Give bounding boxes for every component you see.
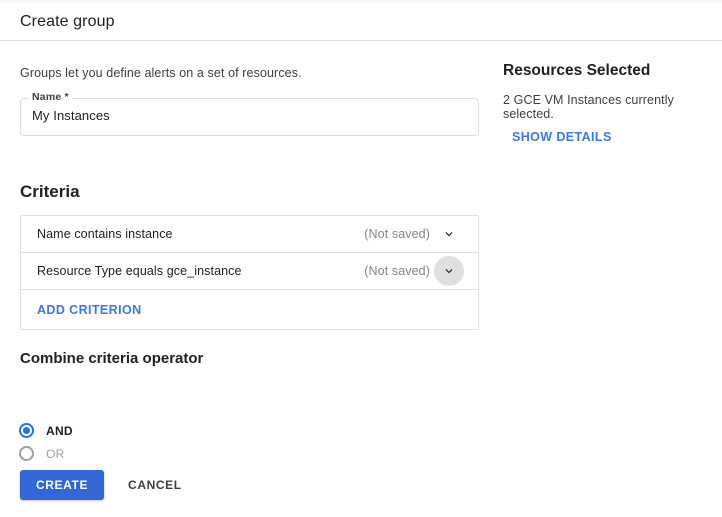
- add-criterion-row[interactable]: ADD CRITERION: [21, 290, 478, 329]
- name-field-label: Name *: [28, 91, 73, 103]
- radio-dot: [23, 427, 30, 434]
- resources-heading: Resources Selected: [503, 62, 650, 80]
- form-column: Groups let you define alerts on a set of…: [0, 42, 500, 517]
- name-input[interactable]: [32, 108, 462, 123]
- criterion-label: Resource Type equals gce_instance: [37, 264, 364, 278]
- show-details-button[interactable]: SHOW DETAILS: [512, 130, 612, 144]
- radio-label-and: AND: [46, 424, 73, 438]
- dialog-body: Groups let you define alerts on a set of…: [0, 42, 722, 517]
- criterion-row[interactable]: Name contains instance (Not saved): [21, 216, 478, 253]
- page-title: Create group: [0, 13, 115, 31]
- radio-option-or[interactable]: OR: [19, 446, 65, 461]
- resources-column: Resources Selected 2 GCE VM Instances cu…: [500, 42, 722, 517]
- criterion-status: (Not saved): [364, 264, 430, 278]
- radio-option-and[interactable]: AND: [19, 423, 73, 438]
- criteria-card: Name contains instance (Not saved) Resou…: [20, 215, 479, 330]
- dialog-header: Create group: [0, 4, 722, 41]
- intro-text: Groups let you define alerts on a set of…: [20, 66, 302, 80]
- action-bar: CREATE CANCEL: [20, 470, 192, 500]
- name-field-wrapper[interactable]: Name *: [20, 98, 479, 136]
- criteria-heading: Criteria: [20, 182, 80, 202]
- criterion-row[interactable]: Resource Type equals gce_instance (Not s…: [21, 253, 478, 290]
- criterion-label: Name contains instance: [37, 227, 364, 241]
- cancel-button[interactable]: CANCEL: [118, 470, 192, 500]
- add-criterion-button[interactable]: ADD CRITERION: [37, 303, 142, 317]
- resources-summary: 2 GCE VM Instances currently selected.: [503, 93, 722, 121]
- chevron-down-icon[interactable]: [434, 219, 464, 249]
- criterion-status: (Not saved): [364, 227, 430, 241]
- radio-label-or: OR: [46, 447, 65, 461]
- combine-operator-heading: Combine criteria operator: [20, 350, 203, 367]
- chevron-down-icon[interactable]: [434, 256, 464, 286]
- radio-button-or-icon[interactable]: [19, 446, 34, 461]
- create-button[interactable]: CREATE: [20, 470, 104, 500]
- radio-button-and-icon[interactable]: [19, 423, 34, 438]
